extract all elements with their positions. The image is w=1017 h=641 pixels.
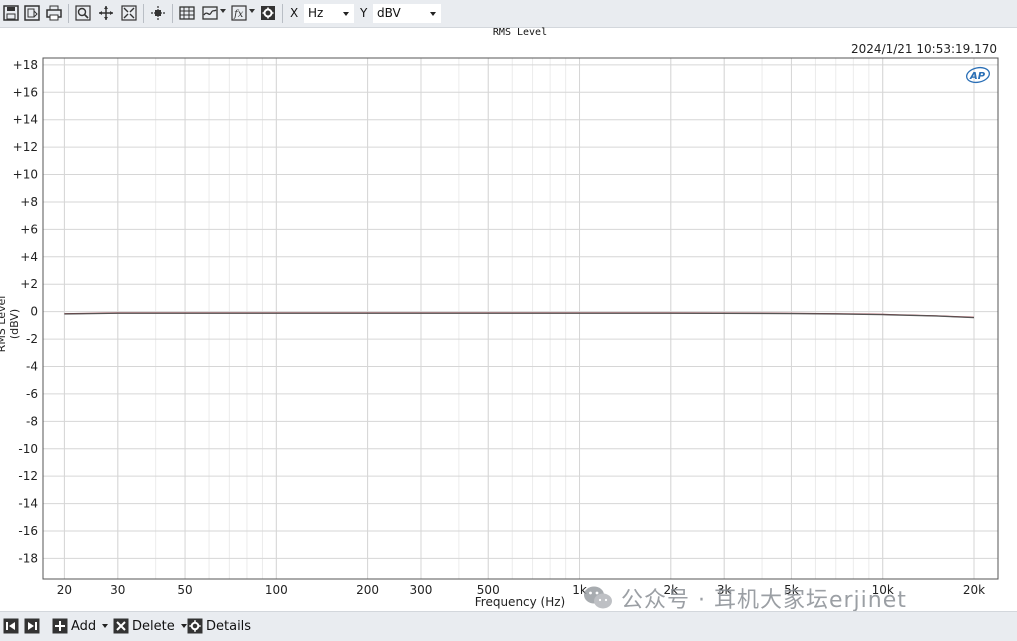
- wechat-icon: [584, 586, 612, 609]
- gear-icon: [187, 618, 203, 634]
- chevron-down-icon: [102, 624, 109, 628]
- ap-logo-text: AP: [969, 71, 986, 82]
- y-tick-label: +10: [13, 168, 38, 182]
- y-tick-label: -12: [18, 469, 38, 483]
- plot-frame: [42, 57, 999, 580]
- skip-back-icon: [3, 618, 19, 634]
- major-grid: [43, 58, 998, 579]
- y-tick-label: +18: [13, 58, 38, 72]
- y-tick-label: +6: [20, 222, 38, 236]
- details-button[interactable]: Details: [187, 617, 251, 635]
- y-tick-label: +4: [20, 250, 38, 264]
- x-tick-label: 20: [57, 583, 72, 597]
- series-group: [64, 312, 975, 319]
- y-tick-label: -2: [26, 332, 38, 346]
- watermark: 公众号 · 耳机大家坛erjinet: [583, 581, 907, 615]
- first-page-button[interactable]: [3, 617, 19, 635]
- y-tick-label: +12: [13, 140, 38, 154]
- bottom-bar: Add Delete Details: [0, 611, 1017, 641]
- delete-button[interactable]: Delete: [113, 617, 187, 635]
- chart-plot: +18 +16 +14 +12 +10 +8 +6 +4 +2 0 -2 -4 -6 -8 -10 -12 -1…: [13, 57, 999, 597]
- add-button[interactable]: Add: [52, 617, 109, 635]
- y-tick-label: -16: [18, 524, 38, 538]
- y-tick-label: +2: [20, 277, 38, 291]
- x-tick-label: 20k: [963, 583, 985, 597]
- y-tick-label: -18: [18, 551, 38, 565]
- y-tick-label: +8: [20, 195, 38, 209]
- add-label: Add: [71, 618, 97, 634]
- last-page-button[interactable]: [24, 617, 40, 635]
- plus-icon: [52, 618, 68, 634]
- y-tick-label: -4: [26, 359, 38, 373]
- x-axis-title: Frequency (Hz): [474, 595, 566, 609]
- x-tick-label: 50: [177, 583, 192, 597]
- x-tick-label: 100: [265, 583, 288, 597]
- y-tick-label: -6: [26, 387, 38, 401]
- series-line: [64, 312, 975, 319]
- y-tick-label: -14: [18, 497, 38, 511]
- close-icon: [113, 618, 129, 634]
- skip-forward-icon: [24, 618, 40, 634]
- x-tick-label: 30: [110, 583, 125, 597]
- minor-grid: [63, 58, 975, 579]
- y-tick-label: +16: [13, 85, 38, 99]
- y-tick-label: 0: [30, 305, 38, 319]
- watermark-text: 公众号 · 耳机大家坛erjinet: [621, 588, 907, 613]
- delete-label: Delete: [132, 618, 175, 634]
- ap-logo: AP: [966, 66, 990, 84]
- y-tick-label: -8: [26, 414, 38, 428]
- details-label: Details: [206, 618, 252, 634]
- y-tick-label: -10: [18, 442, 38, 456]
- chevron-down-icon: [180, 624, 187, 628]
- x-tick-label: 300: [410, 583, 433, 597]
- y-tick-label: +14: [13, 113, 38, 127]
- x-tick-label: 200: [356, 583, 379, 597]
- y-axis-title: RMS Level (dBV): [0, 295, 21, 353]
